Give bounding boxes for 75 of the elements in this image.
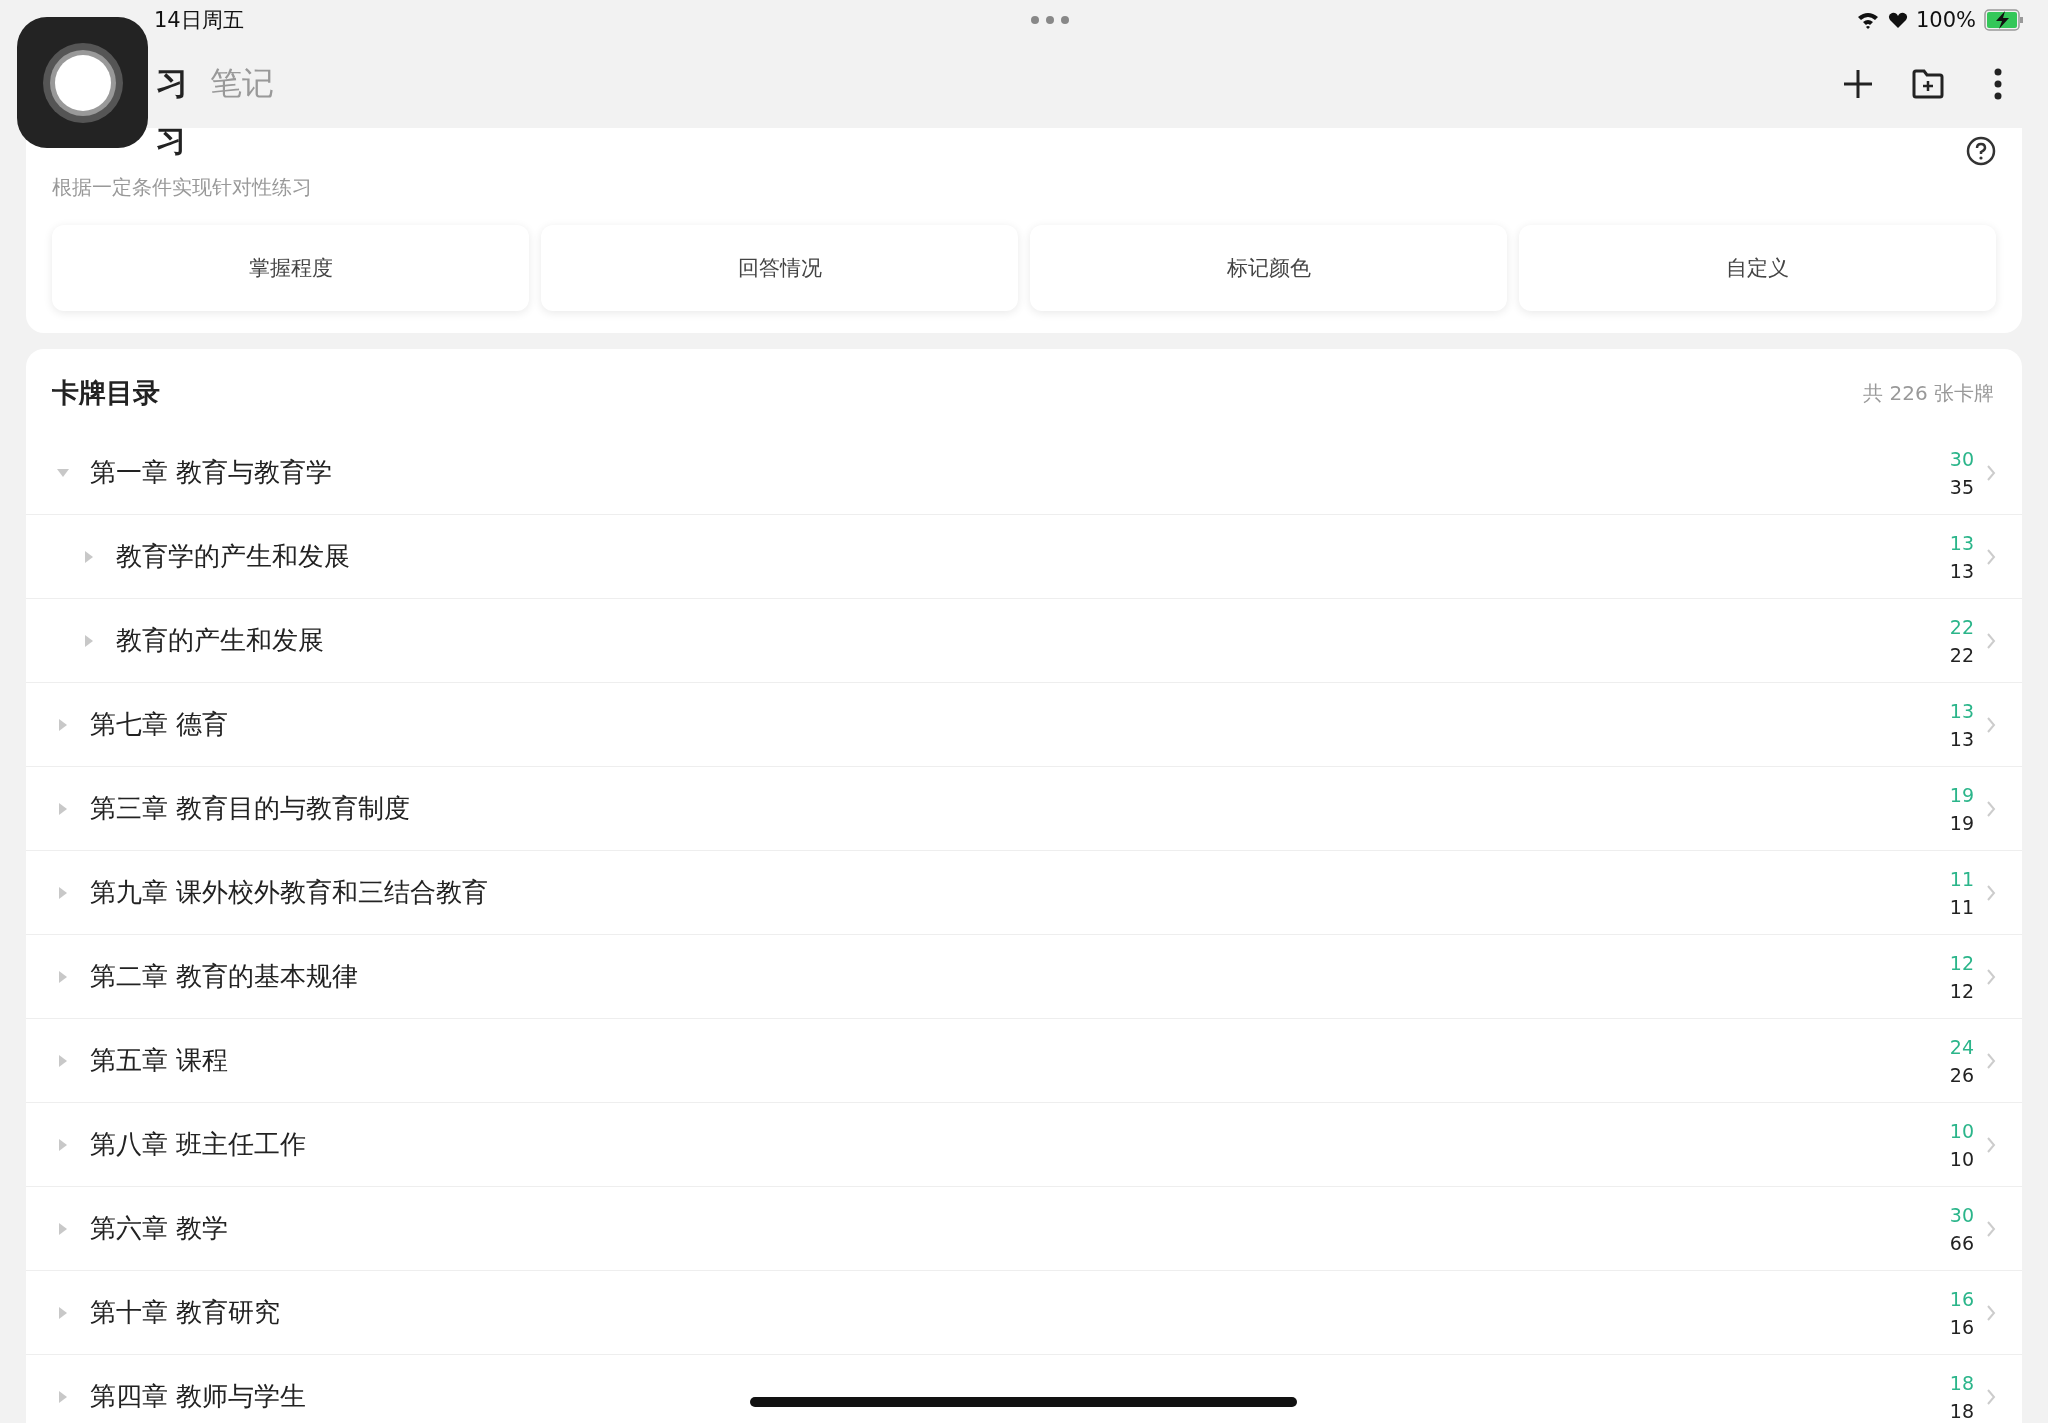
chapter-row[interactable]: 第五章 课程 24 26 — [26, 1019, 2022, 1103]
chapter-row[interactable]: 教育学的产生和发展 13 13 — [26, 515, 2022, 599]
chapter-row[interactable]: 第九章 课外校外教育和三结合教育 11 11 — [26, 851, 2022, 935]
learned-count: 12 — [1949, 951, 1974, 974]
chapter-row[interactable]: 第十章 教育研究 16 16 — [26, 1271, 2022, 1355]
chevron-right-icon — [1986, 1387, 1996, 1406]
chapter-name: 教育学的产生和发展 — [116, 540, 350, 573]
chapter-row[interactable]: 第三章 教育目的与教育制度 19 19 — [26, 767, 2022, 851]
learned-count: 24 — [1949, 1035, 1974, 1058]
status-date: 14日周五 — [154, 7, 244, 34]
learned-count: 30 — [1949, 1203, 1974, 1226]
battery-percent: 100% — [1915, 8, 1976, 32]
total-count: 22 — [1949, 643, 1974, 666]
learned-count: 13 — [1949, 699, 1974, 722]
chapter-row[interactable]: 教育的产生和发展 22 22 — [26, 599, 2022, 683]
more-dots-icon — [1029, 15, 1070, 25]
catalog-title: 卡牌目录 — [52, 376, 160, 410]
chapter-name: 第九章 课外校外教育和三结合教育 — [90, 876, 489, 909]
total-count: 35 — [1949, 475, 1974, 498]
chevron-right-icon — [1986, 1135, 1996, 1154]
chapter-row[interactable]: 第一章 教育与教育学 30 35 — [26, 431, 2022, 515]
header-tab[interactable]: 习 — [156, 62, 188, 106]
card-total: 共 226 张卡牌 — [1863, 379, 1994, 407]
chevron-right-icon — [1986, 631, 1996, 650]
chapter-name: 第一章 教育与教育学 — [90, 456, 333, 489]
learned-count: 16 — [1949, 1287, 1974, 1310]
learned-count: 11 — [1949, 867, 1974, 890]
section-title: 习 — [156, 128, 186, 154]
chapter-row[interactable]: 第七章 德育 13 13 — [26, 683, 2022, 767]
chapter-name: 第六章 教学 — [90, 1212, 229, 1245]
chapter-name: 第四章 教师与学生 — [90, 1380, 307, 1413]
chevron-right-icon — [1986, 883, 1996, 902]
chapter-name: 第二章 教育的基本规律 — [90, 960, 359, 993]
total-count: 11 — [1949, 895, 1974, 918]
chapter-name: 第八章 班主任工作 — [90, 1128, 307, 1161]
filter-button[interactable]: 自定义 — [1519, 225, 1996, 311]
learned-count: 22 — [1949, 615, 1974, 638]
total-count: 13 — [1949, 727, 1974, 750]
assistive-touch-button[interactable] — [17, 17, 148, 148]
total-count: 13 — [1949, 559, 1974, 582]
chevron-right-icon — [1986, 1219, 1996, 1238]
chevron-right-icon — [1986, 463, 1996, 482]
chevron-right-icon — [1986, 715, 1996, 734]
total-count: 16 — [1949, 1315, 1974, 1338]
chevron-right-icon — [1986, 547, 1996, 566]
total-count: 26 — [1949, 1063, 1974, 1086]
learned-count: 13 — [1949, 531, 1974, 554]
chevron-right-icon — [1986, 1303, 1996, 1322]
chapter-name: 第十章 教育研究 — [90, 1296, 281, 1329]
chapter-row[interactable]: 第六章 教学 30 66 — [26, 1187, 2022, 1271]
filter-button[interactable]: 回答情况 — [541, 225, 1018, 311]
total-count: 19 — [1949, 811, 1974, 834]
total-count: 66 — [1949, 1231, 1974, 1254]
section-subtitle: 根据一定条件实现针对性练习 — [52, 174, 313, 201]
learned-count: 10 — [1949, 1119, 1974, 1142]
chevron-right-icon — [1986, 799, 1996, 818]
chapter-name: 教育的产生和发展 — [116, 624, 324, 657]
help-icon[interactable] — [1966, 136, 1996, 166]
filter-button[interactable]: 标记颜色 — [1030, 225, 1507, 311]
chevron-right-icon — [1986, 967, 1996, 986]
chapter-row[interactable]: 第二章 教育的基本规律 12 12 — [26, 935, 2022, 1019]
learned-count: 18 — [1949, 1371, 1974, 1394]
filter-button[interactable]: 掌握程度 — [52, 225, 529, 311]
learned-count: 19 — [1949, 783, 1974, 806]
chapter-row[interactable]: 第八章 班主任工作 10 10 — [26, 1103, 2022, 1187]
learned-count: 30 — [1949, 447, 1974, 470]
chapter-name: 第七章 德育 — [90, 708, 229, 741]
total-count: 12 — [1949, 979, 1974, 1002]
total-count: 10 — [1949, 1147, 1974, 1170]
total-count: 18 — [1949, 1399, 1974, 1422]
chapter-name: 第三章 教育目的与教育制度 — [90, 792, 411, 825]
chevron-right-icon — [1986, 1051, 1996, 1070]
heart-icon — [1887, 11, 1908, 29]
chapter-name: 第五章 课程 — [90, 1044, 229, 1077]
ring-icon — [40, 40, 125, 125]
